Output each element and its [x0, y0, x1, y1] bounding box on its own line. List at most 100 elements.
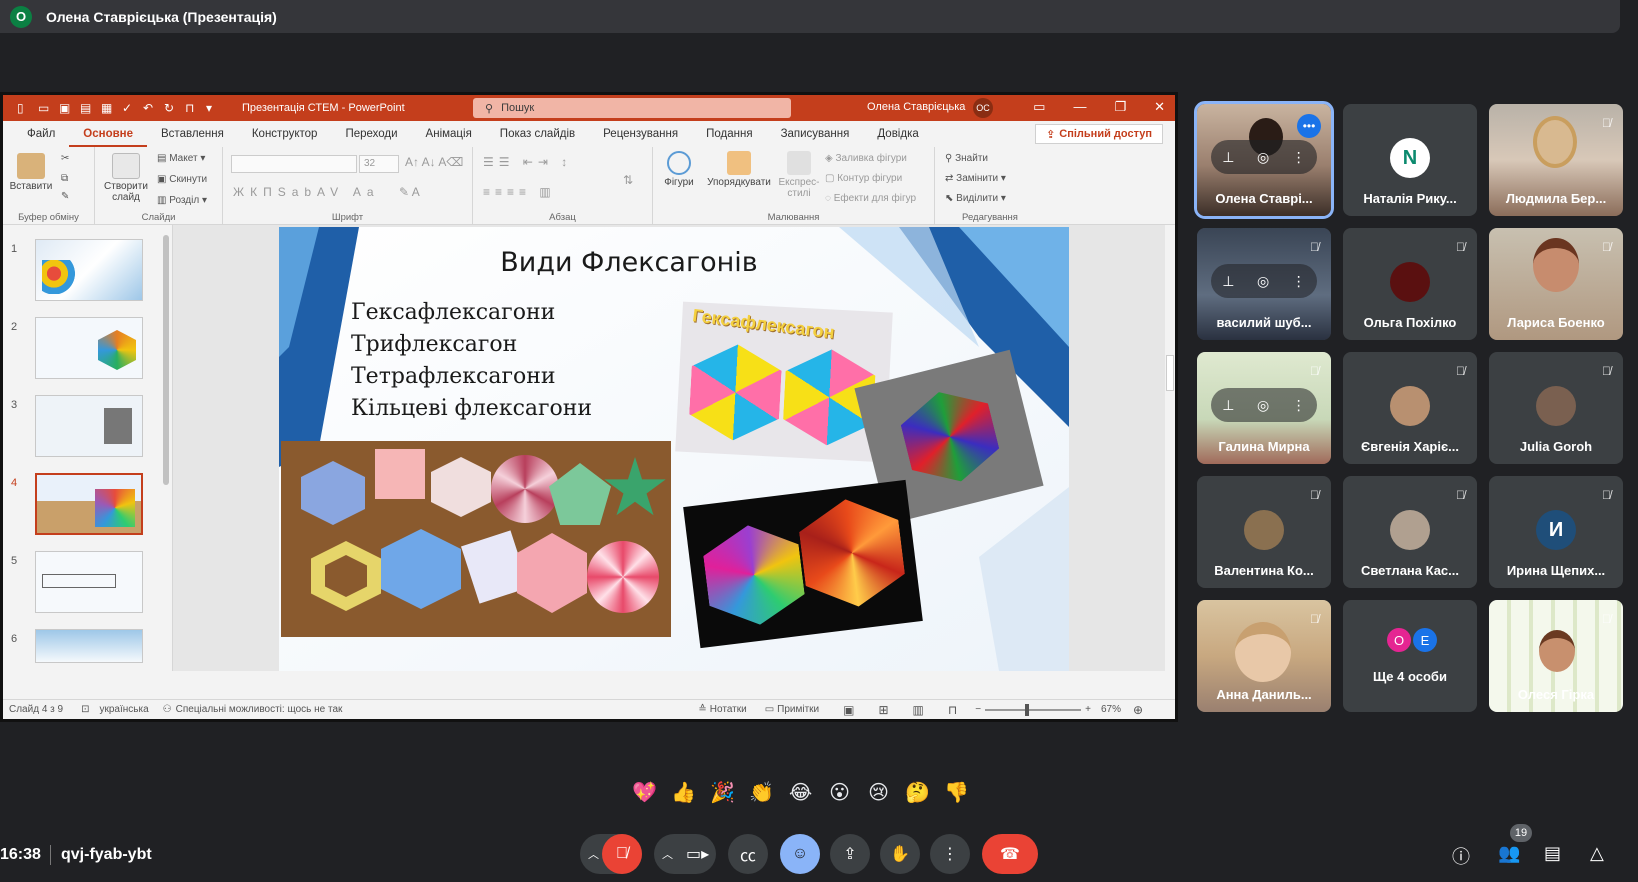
participant-tile[interactable]: 🎙̸ Julia Goroh: [1489, 352, 1623, 464]
close-icon[interactable]: ✕: [1154, 99, 1165, 115]
fit-slide-icon[interactable]: ⊕: [1133, 703, 1143, 717]
shape-fill-button[interactable]: ◈ Заливка фігури: [825, 153, 907, 164]
grow-font-icon[interactable]: A↑ A↓ A⌫: [405, 155, 463, 169]
new-file-icon[interactable]: ▯: [17, 102, 29, 114]
meeting-code[interactable]: qvj-fyab-ybt: [61, 846, 152, 864]
restore-icon[interactable]: ❐: [1114, 99, 1126, 115]
meeting-info-icon[interactable]: ⓘ: [1452, 843, 1470, 869]
quick-styles-button[interactable]: Експрес-стилі: [777, 151, 821, 199]
thumbnails-scrollbar[interactable]: [162, 225, 170, 671]
font-size-box[interactable]: 32: [359, 155, 399, 173]
more-options-icon[interactable]: ⋮: [1292, 149, 1306, 166]
text-direction-icon[interactable]: ⇅: [623, 173, 633, 187]
reaction-thumbs-down-icon[interactable]: 👎: [944, 780, 969, 805]
shape-effects-button[interactable]: ◌ Ефекти для фігур: [825, 193, 916, 204]
customize-icon[interactable]: ▾: [206, 102, 218, 114]
select-button[interactable]: ⬉ Виділити ▾: [945, 193, 1006, 204]
pin-icon[interactable]: ⊥: [1222, 273, 1234, 290]
participant-tile[interactable]: 🎙̸ Анна Даниль...: [1197, 600, 1331, 712]
cut-icon[interactable]: ✂: [61, 153, 69, 164]
more-options-icon[interactable]: ⋮: [1292, 273, 1306, 290]
copy-icon[interactable]: ⧉: [61, 173, 68, 184]
leave-call-button[interactable]: ☎: [982, 834, 1038, 874]
slide-sorter-icon[interactable]: ⊞: [878, 703, 888, 717]
raise-hand-button[interactable]: ✋: [880, 834, 920, 874]
participant-tile[interactable]: И 🎙̸ Ирина Щепих...: [1489, 476, 1623, 588]
participant-tile[interactable]: 🎙̸ Лариса Боенко: [1489, 228, 1623, 340]
slide-thumbnail-3[interactable]: [35, 395, 143, 457]
participant-tile[interactable]: 🎙̸ Євгенія Харіє...: [1343, 352, 1477, 464]
zoom-in-icon[interactable]: +: [1085, 704, 1091, 715]
slide-thumbnail-2[interactable]: [35, 317, 143, 379]
share-button[interactable]: ⇪ Спільний доступ: [1035, 124, 1163, 144]
mic-options-chevron-icon[interactable]: ︿: [588, 846, 599, 862]
reaction-surprised-icon[interactable]: 😮: [827, 780, 852, 805]
open-folder-icon[interactable]: ▭: [38, 102, 50, 114]
people-icon[interactable]: 👥: [1498, 843, 1520, 864]
slide-thumbnail-5[interactable]: [35, 551, 143, 613]
reset-button[interactable]: ▣ Скинути: [157, 174, 207, 185]
zoom-slider-handle[interactable]: [1025, 703, 1030, 716]
replace-button[interactable]: ⇄ Замінити ▾: [945, 173, 1006, 184]
current-slide[interactable]: Види Флексагонів Гексафлексагони Трифлек…: [279, 227, 1069, 671]
shapes-button[interactable]: Фігури: [657, 151, 701, 188]
thumbnails-scroll-thumb[interactable]: [163, 235, 169, 485]
layout-button[interactable]: ▤ Макет ▾: [157, 153, 205, 164]
reaction-thumbs-up-icon[interactable]: 👍: [671, 780, 696, 805]
participant-tile[interactable]: 🎙̸ Олеся Гірка: [1489, 600, 1623, 712]
new-slide-button[interactable]: Створити слайд: [101, 153, 151, 203]
more-participants-tile[interactable]: О Е Ще 4 особи: [1343, 600, 1477, 712]
tab-home[interactable]: Основне: [69, 121, 148, 147]
comments-button[interactable]: Примітки: [777, 704, 819, 715]
zoom-out-icon[interactable]: −: [975, 704, 981, 715]
accessibility-status[interactable]: Спеціальні можливості: щось не так: [176, 704, 343, 715]
tab-help[interactable]: Довідка: [863, 121, 932, 147]
shape-outline-button[interactable]: ▢ Контур фігури: [825, 173, 902, 184]
minimize-icon[interactable]: —: [1073, 99, 1086, 115]
reaction-clap-icon[interactable]: 👏: [749, 780, 774, 805]
undo-icon[interactable]: ↶: [143, 102, 155, 114]
tab-file[interactable]: Файл: [13, 121, 69, 147]
reaction-heart-icon[interactable]: 💖: [632, 780, 657, 805]
present-screen-button[interactable]: ⇪: [830, 834, 870, 874]
reaction-thinking-icon[interactable]: 🤔: [905, 780, 930, 805]
slide-thumbnail-6[interactable]: [35, 629, 143, 663]
format-painter-icon[interactable]: ✎: [61, 191, 69, 202]
reaction-laugh-icon[interactable]: 😂: [788, 780, 813, 805]
reading-view-icon[interactable]: ▥: [913, 703, 924, 717]
chat-icon[interactable]: ▤: [1544, 843, 1561, 864]
tab-transitions[interactable]: Переходи: [331, 121, 411, 147]
section-button[interactable]: ▥ Розділ ▾: [157, 195, 207, 206]
camera-icon[interactable]: ▭▸: [686, 844, 709, 864]
paste-button[interactable]: Вставити: [9, 153, 53, 192]
reaction-party-icon[interactable]: 🎉: [710, 780, 735, 805]
list-icons[interactable]: ☰☰ ⇤⇥ ↕: [483, 155, 572, 169]
participant-tile[interactable]: ⊥ ◎ ⋮ 🎙̸ василий шуб...: [1197, 228, 1331, 340]
tab-record[interactable]: Записування: [767, 121, 864, 147]
ribbon-display-icon[interactable]: ▭: [1033, 99, 1045, 115]
tab-slideshow[interactable]: Показ слайдів: [486, 121, 589, 147]
tab-insert[interactable]: Вставлення: [147, 121, 238, 147]
font-name-box[interactable]: [231, 155, 357, 173]
participant-tile[interactable]: ⊥ ◎ ⋮ 🎙̸ Галина Мирна: [1197, 352, 1331, 464]
print-icon[interactable]: ▤: [80, 102, 92, 114]
ppt-search-box[interactable]: ⚲ Пошук: [473, 98, 791, 118]
notes-button[interactable]: Нотатки: [710, 704, 747, 715]
font-format-icons[interactable]: ЖКПSabAV Aa: [233, 185, 380, 199]
normal-view-icon[interactable]: ▣: [843, 703, 854, 717]
ppt-user-avatar[interactable]: ОС: [973, 98, 993, 118]
mute-icon[interactable]: ◎: [1257, 397, 1269, 414]
save-icon[interactable]: ▣: [59, 102, 71, 114]
emoji-button[interactable]: ☺: [780, 834, 820, 874]
slide-thumbnail-4-selected[interactable]: [35, 473, 143, 535]
tab-review[interactable]: Рецензування: [589, 121, 692, 147]
participant-tile[interactable]: ⊥ ◎ ⋮ ••• Олена Ставрі...: [1194, 101, 1334, 219]
spelling-icon[interactable]: ✓: [122, 102, 134, 114]
mute-icon[interactable]: ◎: [1257, 149, 1269, 166]
participant-tile[interactable]: 🎙̸ Людмила Бер...: [1489, 104, 1623, 216]
slideshow-view-icon[interactable]: ⊓: [948, 703, 957, 717]
align-icons[interactable]: ≡≡≡≡ ▥: [483, 185, 556, 199]
pin-icon[interactable]: ⊥: [1222, 397, 1234, 414]
participant-tile[interactable]: 🎙̸ Валентина Ко...: [1197, 476, 1331, 588]
spellcheck-icon[interactable]: ⊡: [81, 704, 89, 715]
